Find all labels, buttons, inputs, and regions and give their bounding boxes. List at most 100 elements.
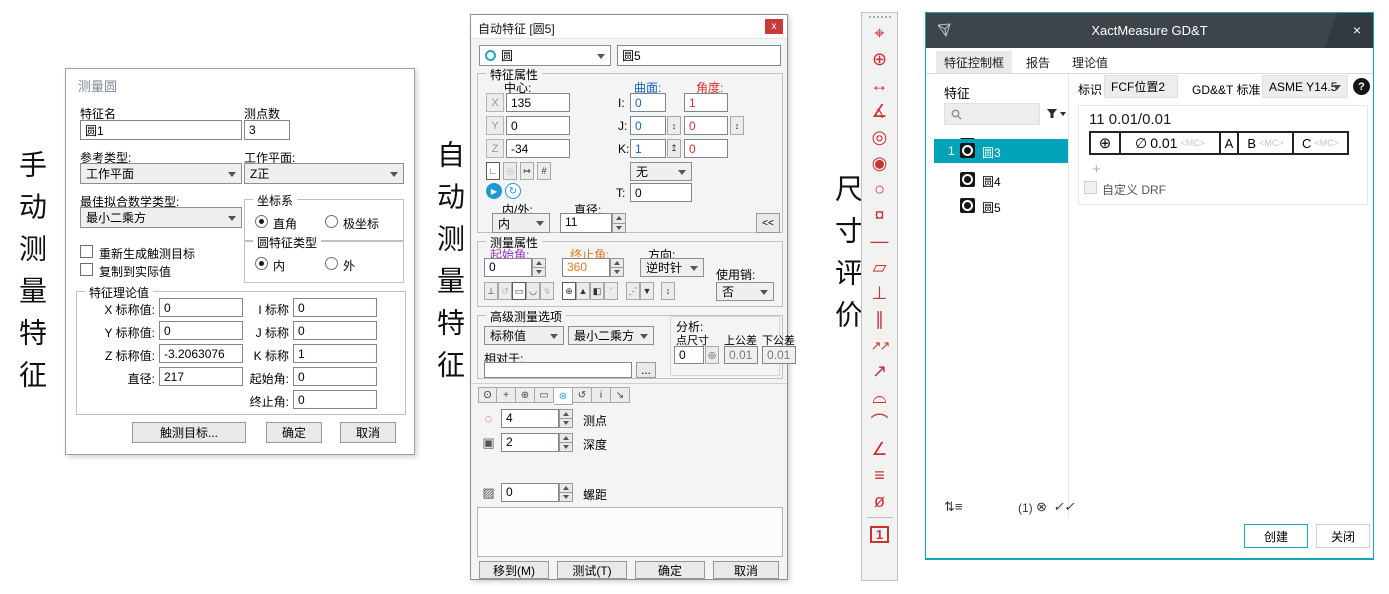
position-symbol-cell[interactable]: ⊕	[1089, 131, 1121, 155]
custom-drf-checkbox[interactable]	[1084, 181, 1097, 194]
accept-all-icon[interactable]: ✓✓	[1053, 499, 1075, 515]
datum-c-cell[interactable]: C <MC>	[1292, 131, 1349, 155]
collapse-button[interactable]: <<	[756, 213, 780, 233]
help-icon[interactable]: ?	[1353, 78, 1370, 95]
rectangular-radio[interactable]	[255, 215, 268, 228]
inout-select[interactable]: 内	[492, 213, 550, 233]
move-to-button[interactable]: 移到(M)	[479, 561, 549, 579]
flatness-icon[interactable]: ▱	[862, 254, 897, 280]
filter-button[interactable]: ▼	[640, 282, 654, 300]
ok-button[interactable]: 确定	[635, 561, 705, 579]
surface-i-input[interactable]: 0	[630, 93, 666, 112]
y-axis-button[interactable]: Y	[486, 116, 504, 135]
i-nominal-input[interactable]: 0	[293, 298, 377, 317]
line-profile-icon[interactable]: ⌒	[862, 410, 897, 436]
tab-info-icon[interactable]: i	[592, 387, 611, 403]
k-nominal-input[interactable]: 1	[293, 344, 377, 363]
tab-rescan-icon[interactable]: ↺	[573, 387, 592, 403]
spin-up-icon[interactable]	[559, 483, 573, 492]
center-x-input[interactable]: 135	[506, 93, 570, 112]
relative-to-input[interactable]	[484, 362, 632, 378]
align-vector-button[interactable]: ↥	[667, 139, 681, 158]
perpendicularity-icon[interactable]: ⊥	[862, 280, 897, 306]
spin-down-icon[interactable]	[559, 442, 573, 452]
location-icon[interactable]: ⌖	[862, 20, 897, 46]
tab-theoretical[interactable]: 理论值	[1064, 51, 1116, 74]
datum-a-cell[interactable]: A	[1219, 131, 1239, 155]
hit-count-input[interactable]: 3	[244, 120, 290, 140]
filter-button[interactable]	[1046, 105, 1070, 123]
probe-rotate-button[interactable]: ↺	[498, 282, 512, 300]
flip-surface-vector-button[interactable]: ↕	[667, 116, 681, 135]
sort-icon[interactable]: ⇅≡	[944, 499, 962, 515]
snap-grid-button[interactable]: #	[537, 162, 551, 180]
start-angle-spinner[interactable]: 0	[484, 258, 546, 277]
surface-k-input[interactable]: 1	[630, 139, 666, 158]
feature-control-frame[interactable]: ⊕ ∅ 0.01 <MC> A B <MC> C <MC>	[1089, 131, 1349, 155]
tab-flag-icon[interactable]: ▭	[535, 387, 554, 403]
snap-vector-button[interactable]: ↦	[520, 162, 534, 180]
center-y-input[interactable]: 0	[506, 116, 570, 135]
concentricity-icon[interactable]: ◎	[862, 124, 897, 150]
circular-runout-icon[interactable]: ↗	[862, 358, 897, 384]
datum-b-cell[interactable]: B <MC>	[1237, 131, 1294, 155]
symmetry-icon[interactable]: ≡	[862, 462, 897, 488]
browse-button[interactable]: ...	[636, 362, 656, 378]
cancel-button[interactable]: 取消	[713, 561, 779, 579]
updown-button[interactable]: ↕	[661, 282, 675, 300]
hits-spinner[interactable]: 4	[501, 409, 573, 428]
touch-top-button[interactable]: ▲	[576, 282, 590, 300]
read-position-icon[interactable]: ↻	[505, 183, 521, 199]
measure-now-icon[interactable]: ▶	[486, 183, 502, 199]
surface-offset-select[interactable]: 无	[630, 162, 692, 181]
outer-radio[interactable]	[325, 257, 338, 270]
angle-j-input[interactable]: 0	[684, 116, 728, 135]
depth-spinner[interactable]: 2	[501, 433, 573, 452]
position-eval-icon[interactable]: ◉	[862, 150, 897, 176]
spin-down-icon[interactable]	[559, 492, 573, 502]
flip-angle-vector-button[interactable]: ↕	[730, 116, 744, 135]
tab-report[interactable]: 报告	[1018, 51, 1058, 74]
surface-j-input[interactable]: 0	[630, 116, 666, 135]
spin-up-icon[interactable]	[559, 409, 573, 418]
tab-path-icon[interactable]: ↘	[611, 387, 630, 403]
probe-anchor-button[interactable]: ⊥	[484, 282, 498, 300]
spin-down-icon[interactable]	[559, 418, 573, 428]
end-angle-input[interactable]: 0	[293, 390, 377, 409]
total-runout-icon[interactable]: ↗↗	[862, 332, 897, 358]
close-icon[interactable]: ×	[1353, 22, 1361, 38]
id-input[interactable]: FCF位置2	[1104, 75, 1178, 98]
add-segment-button[interactable]: +	[1092, 161, 1101, 178]
tab-moves-icon[interactable]: +	[497, 387, 516, 403]
probe-box-button[interactable]: ▭	[512, 282, 526, 300]
probe-zigzag-button[interactable]: ↯	[540, 282, 554, 300]
probe-targets-button[interactable]: 触测目标...	[132, 422, 246, 443]
snap-corner-button[interactable]: ∟	[486, 162, 500, 180]
tab-pattern-icon[interactable]: ⊛	[554, 387, 573, 405]
diameter-icon[interactable]: ø	[862, 488, 897, 514]
tab-feature-control-frame[interactable]: 特征控制框	[936, 51, 1012, 74]
test-button[interactable]: 测试(T)	[557, 561, 627, 579]
pitch-spinner[interactable]: 0	[501, 483, 573, 502]
toolbar-grip[interactable]	[869, 16, 891, 18]
start-angle-input[interactable]: 0	[293, 367, 377, 386]
workplane-select[interactable]: Z正	[244, 163, 404, 184]
nominal-mode-select[interactable]: 标称值	[484, 326, 564, 345]
ref-type-select[interactable]: 工作平面	[80, 163, 242, 184]
cancel-all-icon[interactable]: ⊗	[1036, 499, 1047, 515]
point-tool-button[interactable]: ◎	[705, 346, 719, 364]
t-input[interactable]: 0	[630, 183, 692, 202]
copy-to-actuals-checkbox[interactable]	[80, 263, 93, 276]
spin-down-icon[interactable]	[610, 267, 624, 277]
search-input[interactable]	[944, 103, 1040, 125]
distance-icon[interactable]: ↔	[862, 72, 897, 98]
ok-button[interactable]: 确定	[266, 422, 322, 443]
end-angle-spinner[interactable]: 360	[562, 258, 624, 277]
spin-up-icon[interactable]	[532, 258, 546, 267]
polar-radio[interactable]	[325, 215, 338, 228]
standard-select[interactable]: ASME Y14.5	[1262, 75, 1348, 98]
close-icon[interactable]: x	[765, 19, 783, 34]
feature-name-input[interactable]: 圆5	[617, 45, 781, 66]
point-path-button[interactable]: ⋰	[626, 282, 640, 300]
regen-targets-checkbox[interactable]	[80, 245, 93, 258]
